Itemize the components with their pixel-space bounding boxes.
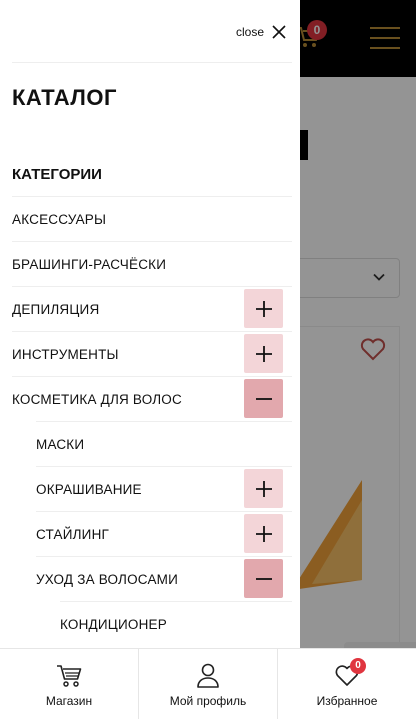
category-item[interactable]: МАСКИ [36,421,292,466]
section-label: КАТЕГОРИИ [12,166,102,183]
close-icon [272,25,286,39]
nav-profile[interactable]: Мой профиль [139,649,278,719]
category-item[interactable]: КОСМЕТИКА ДЛЯ ВОЛОС [12,376,292,421]
expand-button[interactable] [244,289,283,328]
divider [12,62,292,63]
category-item[interactable]: БРАШИНГИ-РАСЧЁСКИ [12,241,292,286]
expand-button[interactable] [244,469,283,508]
nav-shop-label: Магазин [45,694,93,708]
plus-icon [255,525,272,542]
category-item-label: ИНСТРУМЕНТЫ [12,346,119,362]
category-item-label: КОНДИЦИОНЕР [60,616,167,632]
drawer-title: КАТАЛОГ [12,85,117,110]
category-item-label: УХОД ЗА ВОЛОСАМИ [36,571,179,587]
category-item-label: ОКРАШИВАНИЕ [36,481,142,497]
collapse-button[interactable] [244,379,283,418]
category-item-label: БРАШИНГИ-РАСЧЁСКИ [12,256,167,272]
category-item[interactable]: КОНДИЦИОНЕР [60,601,292,646]
category-item-label: ДЕПИЛЯЦИЯ [12,301,100,317]
category-item[interactable]: УХОД ЗА ВОЛОСАМИ [36,556,292,601]
plus-icon [255,345,272,362]
expand-button[interactable] [244,514,283,553]
category-item[interactable]: ДЕПИЛЯЦИЯ [12,286,292,331]
nav-profile-label: Мой профиль [169,694,247,708]
category-item[interactable]: АКСЕССУАРЫ [12,196,292,241]
plus-icon [255,480,272,497]
category-item[interactable]: ИНСТРУМЕНТЫ [12,331,292,376]
expand-button[interactable] [244,334,283,373]
nav-shop[interactable]: Магазин [0,649,139,719]
minus-icon [255,577,272,580]
minus-icon [255,397,272,400]
category-item-label: АКСЕССУАРЫ [12,211,107,227]
close-button[interactable]: close [236,23,286,41]
collapse-button[interactable] [244,559,283,598]
category-item[interactable]: СТАЙЛИНГ [36,511,292,556]
plus-icon [255,300,272,317]
category-item-label: КОСМЕТИКА ДЛЯ ВОЛОС [12,391,182,407]
category-item-label: СТАЙЛИНГ [36,526,110,542]
wishlist-count-badge: 0 [350,658,366,674]
catalog-drawer: close КАТАЛОГ КАТЕГОРИИ АКСЕССУАРЫ БРАШИН… [0,0,300,719]
category-item[interactable]: ОКРАШИВАНИЕ [36,466,292,511]
bottom-nav: Магазин Мой профиль 0 Избранное [0,648,416,719]
close-label: close [236,25,265,39]
nav-wishlist[interactable]: 0 Избранное [278,649,416,719]
shopping-cart-icon [57,665,82,687]
user-icon [197,663,219,688]
category-item-label: МАСКИ [36,436,85,452]
nav-wishlist-label: Избранное [316,694,378,708]
